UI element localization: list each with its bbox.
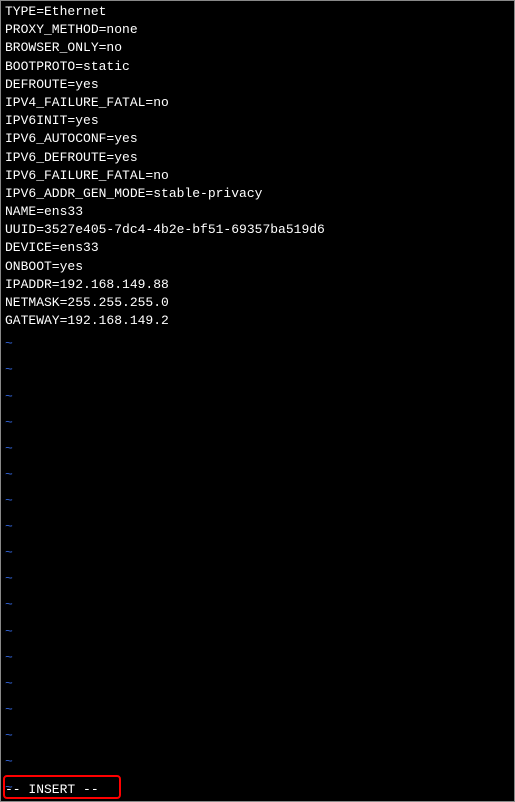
empty-line-marker: ~ xyxy=(5,358,510,383)
config-line[interactable]: NETMASK=255.255.255.0 xyxy=(5,294,510,312)
empty-line-marker: ~ xyxy=(5,750,510,775)
config-line[interactable]: IPV4_FAILURE_FATAL=no xyxy=(5,94,510,112)
vi-status-bar: -- INSERT -- xyxy=(1,780,514,801)
config-line[interactable]: TYPE=Ethernet xyxy=(5,3,510,21)
empty-line-marker: ~ xyxy=(5,541,510,566)
empty-line-marker: ~ xyxy=(5,463,510,488)
config-line[interactable]: DEVICE=ens33 xyxy=(5,239,510,257)
empty-line-marker: ~ xyxy=(5,593,510,618)
vi-mode-label: -- INSERT -- xyxy=(5,782,99,797)
config-line[interactable]: IPADDR=192.168.149.88 xyxy=(5,276,510,294)
empty-line-marker: ~ xyxy=(5,332,510,357)
empty-line-marker: ~ xyxy=(5,489,510,514)
config-line[interactable]: IPV6_ADDR_GEN_MODE=stable-privacy xyxy=(5,185,510,203)
config-line[interactable]: GATEWAY=192.168.149.2 xyxy=(5,312,510,330)
config-line[interactable]: BROWSER_ONLY=no xyxy=(5,39,510,57)
config-line[interactable]: DEFROUTE=yes xyxy=(5,76,510,94)
config-line[interactable]: BOOTPROTO=static xyxy=(5,58,510,76)
empty-line-marker: ~ xyxy=(5,724,510,749)
file-content[interactable]: TYPE=EthernetPROXY_METHOD=noneBROWSER_ON… xyxy=(1,1,514,332)
config-line[interactable]: IPV6_AUTOCONF=yes xyxy=(5,130,510,148)
config-line[interactable]: IPV6_FAILURE_FATAL=no xyxy=(5,167,510,185)
empty-line-marker: ~ xyxy=(5,646,510,671)
empty-line-marker: ~ xyxy=(5,567,510,592)
empty-line-marker: ~ xyxy=(5,385,510,410)
config-line[interactable]: NAME=ens33 xyxy=(5,203,510,221)
empty-line-marker: ~ xyxy=(5,411,510,436)
empty-line-marker: ~ xyxy=(5,515,510,540)
config-line[interactable]: UUID=3527e405-7dc4-4b2e-bf51-69357ba519d… xyxy=(5,221,510,239)
config-line[interactable]: ONBOOT=yes xyxy=(5,258,510,276)
config-line[interactable]: IPV6_DEFROUTE=yes xyxy=(5,149,510,167)
config-line[interactable]: PROXY_METHOD=none xyxy=(5,21,510,39)
config-line[interactable]: IPV6INIT=yes xyxy=(5,112,510,130)
terminal-editor[interactable]: TYPE=EthernetPROXY_METHOD=noneBROWSER_ON… xyxy=(1,1,514,801)
empty-line-marker: ~ xyxy=(5,437,510,462)
empty-line-marker: ~ xyxy=(5,620,510,645)
empty-line-marker: ~ xyxy=(5,698,510,723)
empty-line-marker: ~ xyxy=(5,672,510,697)
empty-lines: ~~~~~~~~~~~~~~~~~~ xyxy=(1,332,514,801)
